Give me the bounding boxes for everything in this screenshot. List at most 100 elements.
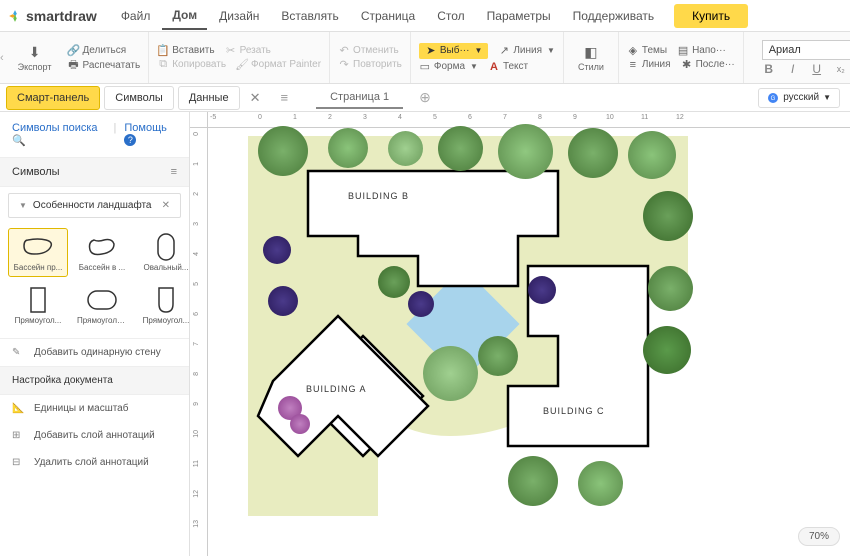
menu-design[interactable]: Дизайн (209, 3, 269, 29)
palette-icon: ◧ (584, 44, 597, 61)
drawing-canvas[interactable]: BUILDING B BUILDING A BUILDING C (208, 128, 850, 556)
shrub (263, 236, 291, 264)
ribbon-group-styles: ◧ Стили (564, 32, 619, 83)
tree (478, 336, 518, 376)
symbols-header: Символы ≡ (0, 157, 189, 187)
tree (328, 128, 368, 168)
site-plan: BUILDING B BUILDING A BUILDING C (248, 136, 688, 516)
main-area: Символы поиска 🔍 | Помощь ? Символы ≡ ▼ … (0, 112, 850, 556)
wall-button[interactable]: ▤Напо··· (677, 45, 726, 57)
subscript-button[interactable]: x₂ (834, 64, 848, 74)
line-tool[interactable]: ↗Линия▼ (498, 45, 555, 57)
smart-panel-tab[interactable]: Смарт-панель (6, 86, 100, 110)
share-icon: 🔗 (68, 44, 80, 56)
cut-icon: ✂ (225, 45, 237, 57)
ribbon-group-font: Ариал 10 B I U x₂ x² A Ω (744, 32, 850, 83)
doc-settings-header: Настройка документа (0, 366, 189, 395)
italic-button[interactable]: I (786, 62, 800, 76)
line-style-icon: ≡ (627, 59, 639, 71)
menu-page[interactable]: Страница (351, 3, 425, 29)
add-layer-icon: ⊞ (12, 430, 26, 441)
symbols-tab[interactable]: Символы (104, 86, 174, 110)
shrub (378, 266, 410, 298)
language-button[interactable]: G русский ▼ (758, 88, 840, 108)
share-button[interactable]: 🔗Делиться (68, 44, 141, 56)
line-style-button[interactable]: ≡Линия (627, 59, 671, 71)
tree (508, 456, 558, 506)
app-logo: smartdraw (8, 8, 97, 24)
add-wall-action[interactable]: ✎ Добавить одинарную стену (0, 339, 189, 366)
undo-icon: ↶ (338, 45, 350, 57)
text-icon: A (488, 61, 500, 73)
label-building-c: BUILDING C (543, 406, 605, 416)
print-button[interactable]: 🖶Распечатать (68, 59, 141, 71)
ruler-corner (190, 112, 208, 128)
symbol-rect-2[interactable]: Прямоуголь... (72, 281, 132, 330)
undo-button[interactable]: ↶Отменить (338, 45, 402, 57)
paste-button[interactable]: 📋Вставить (157, 45, 214, 57)
symbol-pool-freeform[interactable]: Бассейн пр... (8, 228, 68, 277)
paste-icon: 📋 (157, 45, 169, 57)
styles-button[interactable]: ◧ Стили (572, 42, 610, 74)
svg-text:G: G (771, 96, 776, 102)
close-icon[interactable]: ✕ (162, 200, 170, 211)
units-action[interactable]: 📐 Единицы и масштаб (0, 395, 189, 422)
copy-icon: ⧉ (157, 59, 169, 71)
tree (628, 131, 676, 179)
cut-button[interactable]: ✂Резать (225, 45, 271, 57)
print-icon: 🖶 (68, 59, 80, 71)
bold-button[interactable]: B (762, 62, 776, 76)
search-icon: 🔍 (12, 135, 26, 147)
shape-tool[interactable]: ▭Форма▼ (419, 61, 478, 73)
menu-table[interactable]: Стол (427, 3, 474, 29)
symbol-oval[interactable]: Овальный... (136, 228, 196, 277)
fill-button[interactable]: ✱После··· (681, 59, 735, 71)
symbol-rect-1[interactable]: Прямоугол... (8, 281, 68, 330)
font-family-select[interactable]: Ариал (762, 40, 850, 60)
redo-button[interactable]: ↷Повторить (338, 59, 402, 71)
tab-bar: Смарт-панель Символы Данные ✕ ≡ Страница… (0, 84, 850, 112)
text-tool[interactable]: AТекст (488, 61, 528, 73)
menu-insert[interactable]: Вставлять (271, 3, 348, 29)
menu-file[interactable]: Файл (111, 3, 161, 29)
panel-close-button[interactable]: ✕ (244, 86, 267, 110)
chevron-down-icon: ▼ (547, 46, 555, 55)
format-painter-button[interactable]: 🖌Формат Painter (236, 59, 321, 71)
ribbon: ‹ ⬇ Экспорт 🔗Делиться 🖶Распечатать 📋Вста… (0, 32, 850, 84)
chevron-down-icon: ▼ (19, 201, 27, 210)
logo-text: smartdraw (26, 8, 97, 24)
search-symbols-link[interactable]: Символы поиска 🔍 (12, 122, 106, 147)
remove-layer-action[interactable]: ⊟ Удалить слой аннотаций (0, 449, 189, 476)
menu-options[interactable]: Параметры (477, 3, 561, 29)
tree (423, 346, 478, 401)
menu-home[interactable]: Дом (162, 2, 207, 30)
export-button[interactable]: ⬇ Экспорт (12, 42, 58, 74)
symbol-pool-kidney[interactable]: Бассейн в ... (72, 228, 132, 277)
select-tool[interactable]: ➤Выб···▼ (419, 43, 489, 59)
chevron-down-icon: ▼ (470, 62, 478, 71)
add-page-button[interactable]: ⊕ (413, 89, 437, 106)
remove-layer-icon: ⊟ (12, 457, 26, 468)
help-link[interactable]: Помощь ? (124, 122, 177, 147)
ribbon-group-themes: ◈Темы ▤Напо··· ≡Линия ✱После··· (619, 32, 744, 83)
tree (498, 124, 553, 179)
list-view-icon[interactable]: ≡ (273, 90, 297, 105)
ruler-icon: 📐 (12, 403, 26, 414)
underline-button[interactable]: U (810, 62, 824, 76)
tree (643, 191, 693, 241)
themes-button[interactable]: ◈Темы (627, 45, 667, 57)
copy-button[interactable]: ⧉Копировать (157, 59, 226, 71)
brush-icon: 🖌 (236, 59, 248, 71)
panel-tabs: Смарт-панель Символы Данные ✕ (0, 86, 273, 110)
redo-icon: ↷ (338, 59, 350, 71)
cursor-icon: ➤ (425, 45, 437, 57)
menu-support[interactable]: Поддерживать (563, 3, 665, 29)
symbol-category[interactable]: ▼ Особенности ландшафта ✕ (8, 193, 181, 218)
buy-button[interactable]: Купить (674, 4, 748, 28)
add-layer-action[interactable]: ⊞ Добавить слой аннотаций (0, 422, 189, 449)
hamburger-icon[interactable]: ≡ (171, 166, 177, 178)
data-tab[interactable]: Данные (178, 86, 240, 110)
zoom-level[interactable]: 70% (798, 527, 840, 546)
symbol-rect-3[interactable]: Прямоугол... (136, 281, 196, 330)
page-tab-1[interactable]: Страница 1 (316, 87, 403, 109)
